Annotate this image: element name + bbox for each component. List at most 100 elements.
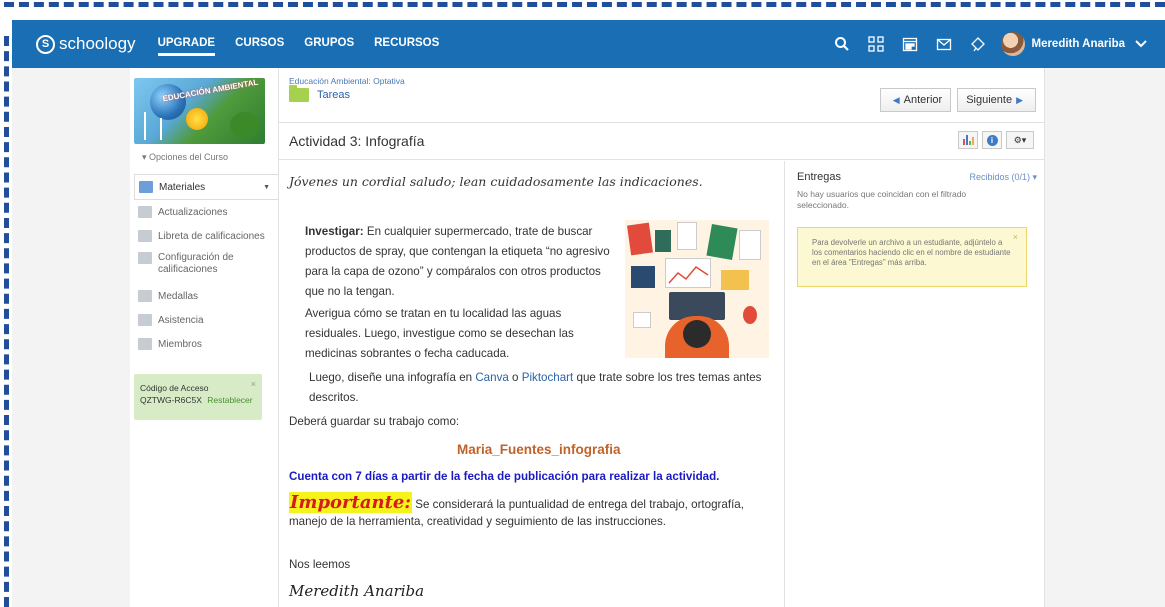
main-nav-links: UPGRADE CURSOS GRUPOS RECURSOS	[157, 33, 460, 56]
investigate-label: Investigar:	[305, 225, 364, 238]
members-icon	[138, 338, 152, 350]
mail-icon[interactable]	[927, 36, 961, 52]
design-text: Luego, diseñe una infografía en	[309, 371, 476, 384]
nav-right-tools: Meredith Anariba	[825, 32, 1165, 56]
signature-text: Meredith Anariba	[289, 582, 425, 600]
submissions-header: Entregas Recibidos (0/1) ▾	[797, 171, 1037, 183]
nav-cursos[interactable]: CURSOS	[235, 33, 284, 56]
sidebar-item-libreta[interactable]: Libreta de calificaciones	[134, 224, 278, 248]
tablet-graphic	[706, 223, 738, 261]
no-users-message: No hay usuarios que coincidan con el fil…	[797, 189, 967, 210]
statistics-button[interactable]	[958, 131, 978, 149]
sidebar-item-materiales[interactable]: Materiales ▼	[134, 174, 278, 200]
sidebar-item-label: Libreta de calificaciones	[158, 230, 265, 242]
course-menu: Materiales ▼ Actualizaciones Libreta de …	[134, 174, 278, 356]
materials-icon	[139, 181, 153, 193]
chevron-down-icon[interactable]	[1135, 37, 1147, 51]
document-graphic	[739, 230, 761, 260]
folder-name: Tareas	[317, 89, 351, 101]
frame-border-left	[0, 36, 12, 607]
received-filter-dropdown[interactable]: Recibidos (0/1) ▾	[969, 172, 1037, 183]
apps-grid-icon[interactable]	[859, 36, 893, 52]
access-code-title: Código de Acceso	[140, 383, 209, 393]
folder-breadcrumb[interactable]: Tareas	[289, 85, 351, 102]
notifications-icon[interactable]	[961, 36, 995, 52]
sidebar-item-miembros[interactable]: Miembros	[134, 332, 278, 356]
grade-settings-icon	[138, 252, 152, 264]
left-gutter	[12, 68, 130, 607]
tip-text: Para devolverle un archivo a un estudian…	[812, 238, 1011, 267]
important-paragraph: Importante: Se considerará la puntualida…	[289, 492, 779, 530]
document-graphic	[677, 222, 697, 250]
right-gutter	[1045, 68, 1165, 607]
closing-text: Nos leemos	[289, 558, 351, 571]
design-text: o	[508, 371, 522, 384]
course-breadcrumb[interactable]: Educación Ambiental: Optativa	[289, 76, 405, 86]
schoology-logo[interactable]: S schoology	[36, 34, 136, 54]
info-button[interactable]: i	[982, 131, 1002, 149]
folder-icon	[289, 85, 309, 102]
previous-label: Anterior	[903, 94, 943, 106]
sidebar-item-medallas[interactable]: Medallas	[134, 284, 278, 308]
person-head-graphic	[683, 320, 711, 348]
attendance-icon	[138, 314, 152, 326]
close-icon[interactable]: ×	[1013, 232, 1018, 242]
arrow-right-icon: ▶	[1016, 94, 1023, 105]
deadline-text: Cuenta con 7 días a partir de la fecha d…	[289, 470, 720, 483]
sidebar-item-configuracion[interactable]: Configuración de calificaciones	[134, 248, 278, 284]
bar-chart-icon	[962, 135, 974, 145]
logo-mark: S	[36, 34, 55, 54]
sidebar-item-label: Medallas	[158, 290, 199, 302]
user-avatar[interactable]	[1001, 32, 1026, 56]
access-code-row: QZTWG-R6C5X Restablecer	[140, 394, 256, 406]
sun-graphic	[186, 108, 208, 130]
arrow-left-icon: ◀	[892, 94, 900, 105]
next-button[interactable]: Siguiente ▶	[957, 88, 1036, 112]
settings-menu-button[interactable]: ⚙▾	[1006, 131, 1034, 149]
submissions-panel: Entregas Recibidos (0/1) ▾ No hay usuari…	[784, 161, 1044, 607]
access-code-value: QZTWG-R6C5X	[140, 395, 202, 405]
nav-grupos[interactable]: GRUPOS	[304, 33, 354, 56]
course-image[interactable]: EDUCACIÓN AMBIENTAL	[134, 78, 265, 144]
sidebar-item-label: Miembros	[158, 338, 202, 350]
close-icon[interactable]: ×	[251, 378, 256, 390]
wastewater-paragraph: Averigua cómo se tratan en tu localidad …	[305, 307, 574, 360]
sidebar-item-label: Actualizaciones	[158, 206, 228, 218]
save-as-text: Deberá guardar su trabajo como:	[289, 415, 460, 428]
plant-graphic	[743, 306, 757, 324]
user-name[interactable]: Meredith Anariba	[1031, 38, 1125, 50]
calendar-icon[interactable]	[893, 36, 927, 52]
design-paragraph: Luego, diseñe una infografía en Canva o …	[309, 368, 789, 408]
assignment-title-bar: Actividad 3: Infografía i ⚙▾	[279, 122, 1044, 160]
gear-icon: ⚙▾	[1013, 134, 1027, 145]
wind-turbine-graphic	[160, 118, 162, 140]
reset-code-link[interactable]: Restablecer	[207, 395, 252, 405]
top-navigation-bar: S schoology UPGRADE CURSOS GRUPOS RECURS…	[12, 20, 1165, 68]
important-label: Importante:	[289, 492, 413, 513]
page-title: Actividad 3: Infografía	[289, 133, 425, 149]
sidebar-item-label: Configuración de calificaciones	[158, 252, 234, 275]
previous-button[interactable]: ◀ Anterior	[879, 88, 952, 112]
sidebar-item-label: Materiales	[159, 181, 206, 193]
canva-link[interactable]: Canva	[475, 371, 509, 384]
piktochart-link[interactable]: Piktochart	[522, 371, 574, 384]
sidebar-item-actualizaciones[interactable]: Actualizaciones	[134, 200, 278, 224]
access-code-box: Código de Acceso QZTWG-R6C5X Restablecer…	[134, 374, 262, 420]
book-graphic	[627, 222, 653, 256]
course-sidebar: EDUCACIÓN AMBIENTAL ▾ Opciones del Curso…	[130, 68, 278, 607]
chart-sheet-graphic	[665, 258, 711, 288]
book-graphic	[655, 230, 671, 252]
course-options-toggle[interactable]: ▾ Opciones del Curso	[142, 152, 228, 163]
file-name-text: Maria_Fuentes_infografia	[457, 442, 621, 457]
nav-recursos[interactable]: RECURSOS	[374, 33, 439, 56]
sidebar-item-asistencia[interactable]: Asistencia	[134, 308, 278, 332]
nav-upgrade[interactable]: UPGRADE	[157, 33, 216, 56]
frame-border-top	[0, 0, 1165, 10]
infographic-illustration	[625, 220, 769, 358]
caret-down-icon[interactable]: ▼	[263, 184, 270, 191]
sidebar-item-label: Asistencia	[158, 314, 204, 326]
wind-turbine-graphic	[144, 112, 146, 140]
search-icon[interactable]	[825, 36, 859, 52]
info-icon: i	[986, 134, 998, 146]
updates-icon	[138, 206, 152, 218]
